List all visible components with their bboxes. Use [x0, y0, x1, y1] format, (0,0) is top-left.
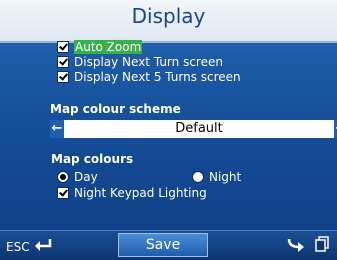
esc-label: ESC — [6, 239, 30, 254]
back-arrow-icon — [34, 238, 52, 255]
title-bar: Display — [0, 0, 337, 43]
bottom-bar: ESC Save — [0, 230, 337, 260]
night-label: Night — [209, 170, 242, 184]
right-icons — [287, 236, 329, 256]
night-keypad-option[interactable]: Night Keypad Lighting — [57, 186, 207, 200]
save-button[interactable]: Save — [118, 233, 208, 257]
next-5-turns-option[interactable]: Display Next 5 Turns screen — [57, 70, 241, 84]
auto-zoom-option[interactable]: Auto Zoom — [57, 40, 143, 54]
next-turn-label: Display Next Turn screen — [74, 55, 223, 69]
esc-button[interactable]: ESC — [6, 238, 52, 255]
next-5-turns-checkbox[interactable] — [57, 71, 69, 83]
day-label: Day — [74, 170, 98, 184]
turn-arrow-icon[interactable] — [287, 236, 307, 256]
colour-scheme-selector[interactable]: ← Default → — [50, 120, 337, 138]
next-turn-checkbox[interactable] — [57, 56, 69, 68]
night-keypad-checkbox[interactable] — [57, 187, 69, 199]
day-option[interactable]: Day — [57, 170, 98, 184]
auto-zoom-checkbox[interactable] — [57, 41, 69, 53]
night-keypad-label: Night Keypad Lighting — [74, 186, 207, 200]
copy-icon[interactable] — [315, 236, 329, 256]
map-colour-scheme-heading: Map colour scheme — [50, 102, 181, 116]
night-radio[interactable] — [192, 171, 204, 183]
page-title: Display — [131, 4, 206, 28]
day-radio[interactable] — [57, 171, 69, 183]
next-turn-option[interactable]: Display Next Turn screen — [57, 55, 223, 69]
night-option[interactable]: Night — [192, 170, 241, 184]
map-colours-heading: Map colours — [51, 152, 134, 166]
auto-zoom-label: Auto Zoom — [74, 40, 143, 54]
colour-scheme-value: Default — [175, 121, 223, 136]
next-5-turns-label: Display Next 5 Turns screen — [74, 70, 241, 84]
